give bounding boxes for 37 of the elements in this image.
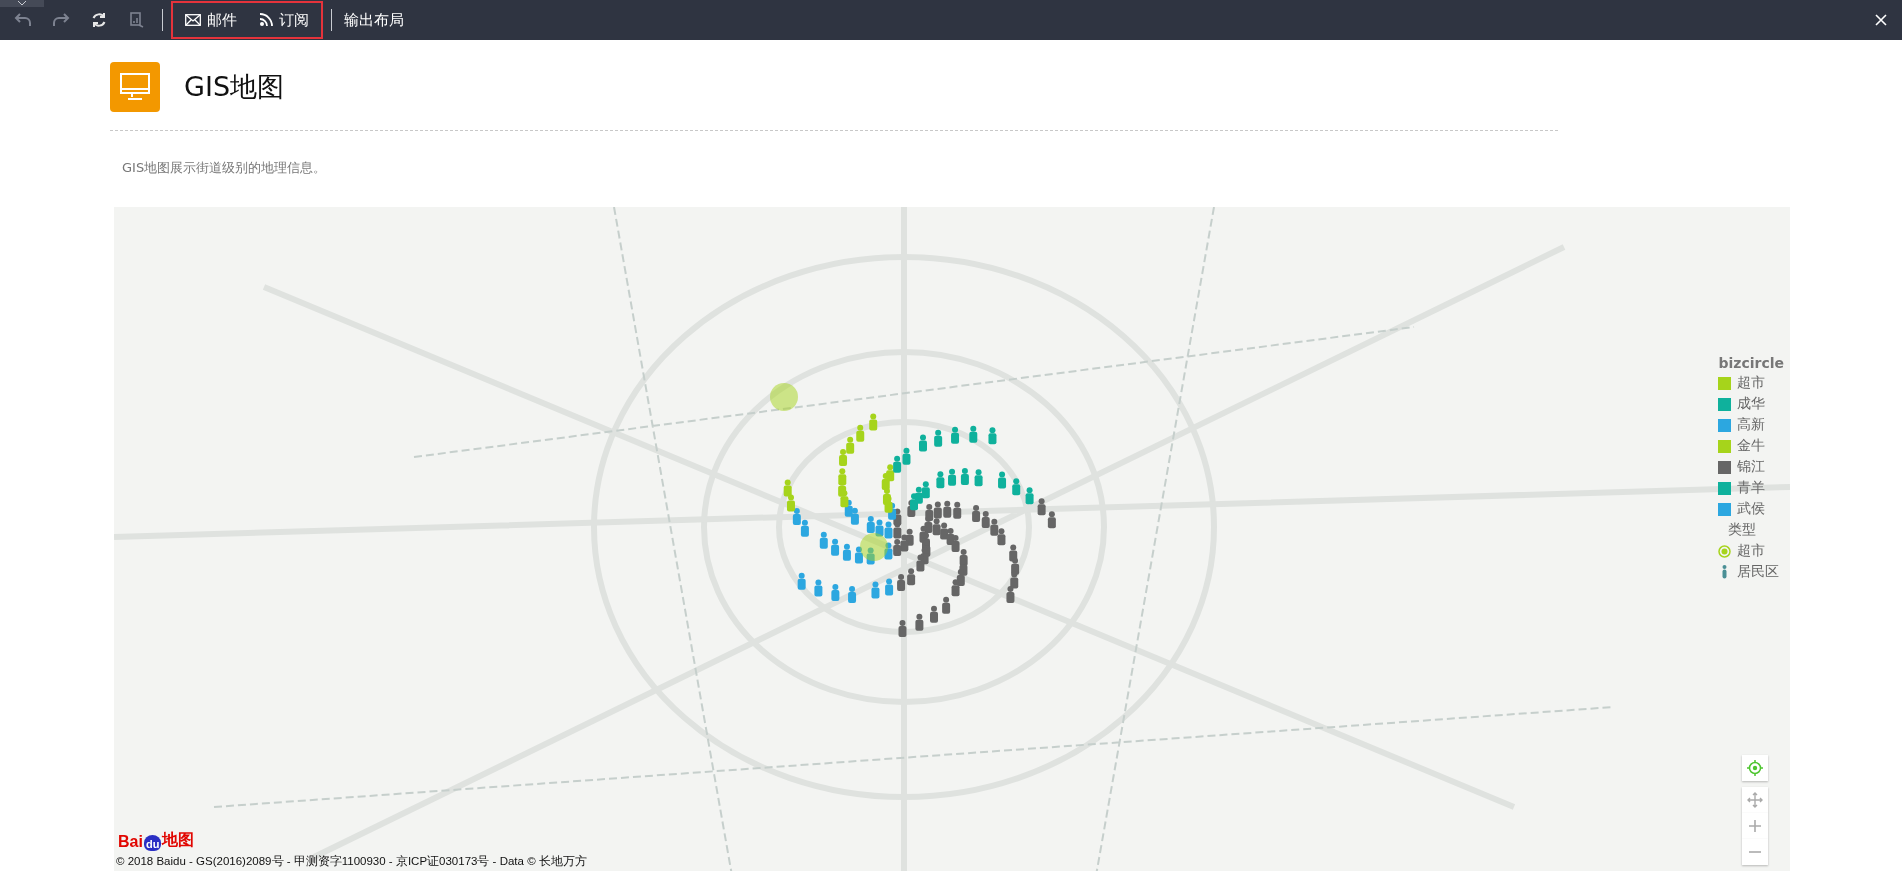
locate-button[interactable]	[1742, 755, 1768, 781]
legend-label[interactable]: 青羊	[1737, 479, 1766, 497]
export-icon	[130, 12, 144, 28]
collapse-tab[interactable]	[0, 0, 44, 7]
move-icon	[1747, 792, 1763, 808]
legend-label[interactable]: 超市	[1737, 374, 1766, 392]
rss-button[interactable]: 订阅	[255, 5, 313, 35]
map-copyright: © 2018 Baidu - GS(2016)2089号 - 甲测资字1100930 - 京ICP证030173号 - Data © 长地万方	[116, 854, 587, 869]
mail-icon	[185, 14, 201, 26]
mail-button[interactable]: 邮件	[181, 5, 241, 35]
legend-label[interactable]: 武侯	[1737, 500, 1766, 518]
undo-icon	[14, 12, 32, 28]
legend-label[interactable]: 居民区	[1737, 563, 1780, 581]
redo-icon	[52, 12, 70, 28]
page-description: GIS地图展示街道级别的地理信息。	[122, 159, 328, 177]
page-title: GIS地图	[184, 70, 285, 104]
legend-label[interactable]: 锦江	[1737, 458, 1766, 476]
close-icon	[1875, 14, 1887, 26]
ring-icon	[1718, 544, 1732, 558]
zoom-in-button[interactable]	[1742, 813, 1768, 839]
legend-label[interactable]: 成华	[1737, 395, 1766, 413]
plus-icon	[1749, 820, 1761, 832]
refresh-icon	[91, 12, 107, 28]
target-icon	[1747, 760, 1763, 776]
output-layout-button[interactable]: 输出布局	[340, 5, 408, 35]
minus-icon	[1749, 851, 1761, 853]
chevron-down-icon	[17, 0, 27, 6]
map-markers-drawing[interactable]	[770, 383, 1056, 638]
pan-button[interactable]	[1742, 787, 1768, 813]
monitor-icon	[110, 62, 160, 112]
legend-label[interactable]: 高新	[1737, 416, 1766, 434]
legend-title: bizcircle	[1718, 355, 1784, 371]
zoom-out-button[interactable]	[1742, 839, 1768, 865]
legend-label[interactable]: 金牛	[1737, 437, 1766, 455]
rss-icon	[259, 13, 273, 27]
legend-label[interactable]: 超市	[1737, 542, 1766, 560]
legend-title: 类型	[1727, 521, 1758, 539]
